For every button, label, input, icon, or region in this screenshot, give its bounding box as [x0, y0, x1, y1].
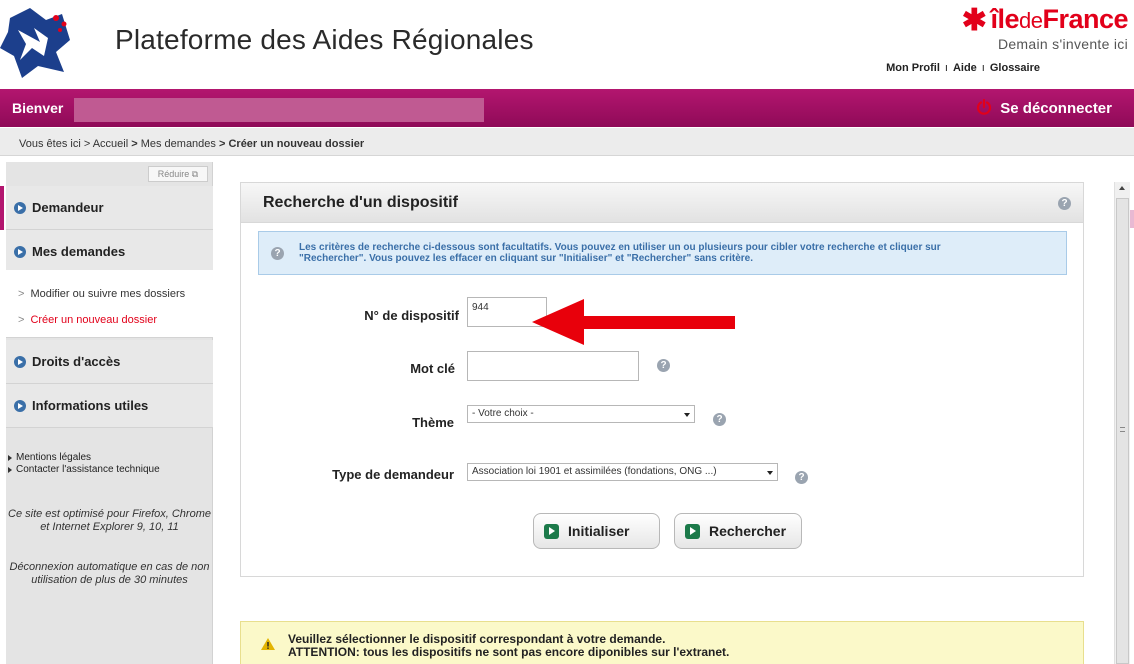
active-indicator — [0, 186, 4, 230]
bullet-arrow-icon — [14, 246, 26, 258]
warning-line-2: ATTENTION: tous les dispositifs ne sont … — [288, 645, 730, 659]
link-mentions-legales[interactable]: Mentions légales — [6, 452, 160, 464]
reduce-button[interactable]: Réduire ⧉ — [148, 166, 208, 182]
site-title: Plateforme des Aides Régionales — [115, 24, 534, 55]
subnav-item-modifier[interactable]: > Modifier ou suivre mes dossiers — [18, 288, 185, 300]
bullet-arrow-icon — [14, 356, 26, 368]
subnav-item-creer[interactable]: > Créer un nouveau dossier — [18, 314, 157, 326]
help-icon[interactable]: ? — [657, 359, 670, 372]
logout-label: Se déconnecter — [1000, 100, 1112, 117]
breadcrumb-sep: > — [215, 138, 229, 150]
subnav-mes-demandes: > Modifier ou suivre mes dossiers > Créer … — [6, 270, 213, 338]
rechercher-label: Rechercher — [709, 523, 787, 539]
top-links: Mon Profil ı Aide ı Glossaire — [886, 62, 1040, 74]
browser-note: Ce site est optimisé pour Firefox, Chrom… — [8, 508, 211, 533]
red-annotation-arrow-icon — [532, 299, 735, 345]
welcome-text: Bienver — [12, 100, 64, 116]
header: Plateforme des Aides Régionales ✱ îledeFr… — [0, 0, 1134, 86]
brand-part2: de — [1018, 8, 1043, 33]
subnav-item-label: Modifier ou suivre mes dossiers — [30, 288, 186, 300]
help-icon[interactable]: ? — [1058, 197, 1071, 210]
breadcrumb-home[interactable]: Accueil — [93, 138, 128, 150]
grip-icon — [1120, 427, 1125, 432]
arrow-right-icon — [544, 524, 559, 539]
sidebar-item-label: Informations utiles — [32, 398, 149, 413]
brand-logo[interactable]: ✱ îledeFrance Demain s'invente ici — [961, 4, 1129, 52]
subnav-item-label: Créer un nouveau dossier — [30, 314, 158, 326]
info-line-2: "Rechercher". Vous pouvez les effacer en… — [299, 253, 753, 264]
sidebar-item-label: Mes demandes — [32, 244, 126, 259]
info-icon: ? — [271, 247, 284, 260]
theme-select[interactable]: - Votre choix - — [467, 405, 695, 423]
help-icon[interactable]: ? — [713, 413, 726, 426]
panel-title: Recherche d'un dispositif — [263, 194, 458, 211]
brand-tagline: Demain s'invente ici — [997, 36, 1128, 52]
side-tab — [1130, 210, 1134, 228]
brand-part3: France — [1042, 4, 1128, 34]
info-line-1: Les critères de recherche ci-dessous son… — [299, 242, 941, 253]
theme-selected: - Votre choix - — [472, 408, 534, 419]
rechercher-button[interactable]: Rechercher — [674, 513, 802, 549]
region-map-logo-icon[interactable] — [0, 0, 72, 80]
breadcrumb-prefix: Vous êtes ici > — [19, 138, 93, 150]
breadcrumb-sep: > — [128, 138, 141, 150]
sidebar-links: Mentions légales Contacter l'assistance … — [6, 452, 160, 476]
warning-icon — [261, 638, 275, 650]
arrow-right-icon — [685, 524, 700, 539]
motcle-input[interactable] — [467, 351, 639, 381]
logout-button[interactable]: Se déconnecter — [976, 99, 1112, 117]
bullet-arrow-icon — [14, 202, 26, 214]
motcle-label: Mot clé — [410, 361, 455, 376]
link-mon-profil[interactable]: Mon Profil — [886, 62, 940, 74]
bullet-arrow-icon — [14, 400, 26, 412]
sidebar: Réduire ⧉ Demandeur Mes demandes > Modifi… — [0, 162, 213, 664]
scroll-thumb[interactable] — [1116, 198, 1129, 664]
link-glossaire[interactable]: Glossaire — [990, 62, 1040, 74]
link-assistance[interactable]: Contacter l'assistance technique — [6, 464, 160, 476]
initialiser-label: Initialiser — [568, 523, 630, 539]
star-logo-icon: ✱ — [961, 4, 987, 37]
type-demandeur-selected: Association loi 1901 et assimilées (fond… — [472, 466, 717, 477]
breadcrumb-demandes[interactable]: Mes demandes — [141, 138, 216, 150]
link-aide[interactable]: Aide — [953, 62, 977, 74]
breadcrumb: Vous êtes ici > Accueil > Mes demandes >… — [0, 128, 1134, 156]
reduce-label: Réduire — [157, 169, 190, 179]
redacted-username — [74, 98, 484, 122]
brand-part1: île — [990, 4, 1019, 34]
sidebar-item-mes-demandes[interactable]: Mes demandes — [6, 230, 213, 274]
sidebar-item-droits-acces[interactable]: Droits d'accès — [6, 340, 213, 384]
breadcrumb-current: Créer un nouveau dossier — [228, 138, 365, 150]
sidebar-item-demandeur[interactable]: Demandeur — [0, 186, 213, 230]
warning-box: Veuillez sélectionner le dispositif corr… — [240, 621, 1084, 664]
type-demandeur-select[interactable]: Association loi 1901 et assimilées (fond… — [467, 463, 778, 481]
help-icon[interactable]: ? — [795, 471, 808, 484]
chevron-down-icon — [767, 471, 773, 475]
type-demandeur-label: Type de demandeur — [332, 467, 454, 482]
info-box: ? Les critères de recherche ci-dessous s… — [258, 231, 1067, 275]
welcome-bar: Bienver Se déconnecter — [0, 89, 1134, 127]
search-panel: Recherche d'un dispositif ? ? Les critèr… — [240, 182, 1084, 577]
logout-note: Déconnexion automatique en cas de non ut… — [9, 561, 210, 586]
theme-label: Thème — [412, 415, 454, 430]
sidebar-item-informations[interactable]: Informations utiles — [6, 384, 213, 428]
initialiser-button[interactable]: Initialiser — [533, 513, 660, 549]
dispositif-label: N° de dispositif — [364, 308, 459, 323]
main-content: Recherche d'un dispositif ? ? Les critèr… — [214, 162, 1134, 664]
scroll-up-icon[interactable] — [1119, 186, 1125, 190]
sidebar-item-label: Demandeur — [32, 200, 104, 215]
sidebar-item-label: Droits d'accès — [32, 354, 121, 369]
panel-header: Recherche d'un dispositif ? — [241, 183, 1083, 223]
vertical-scrollbar[interactable] — [1114, 182, 1130, 664]
power-icon — [977, 99, 992, 115]
chevron-down-icon — [684, 413, 690, 417]
